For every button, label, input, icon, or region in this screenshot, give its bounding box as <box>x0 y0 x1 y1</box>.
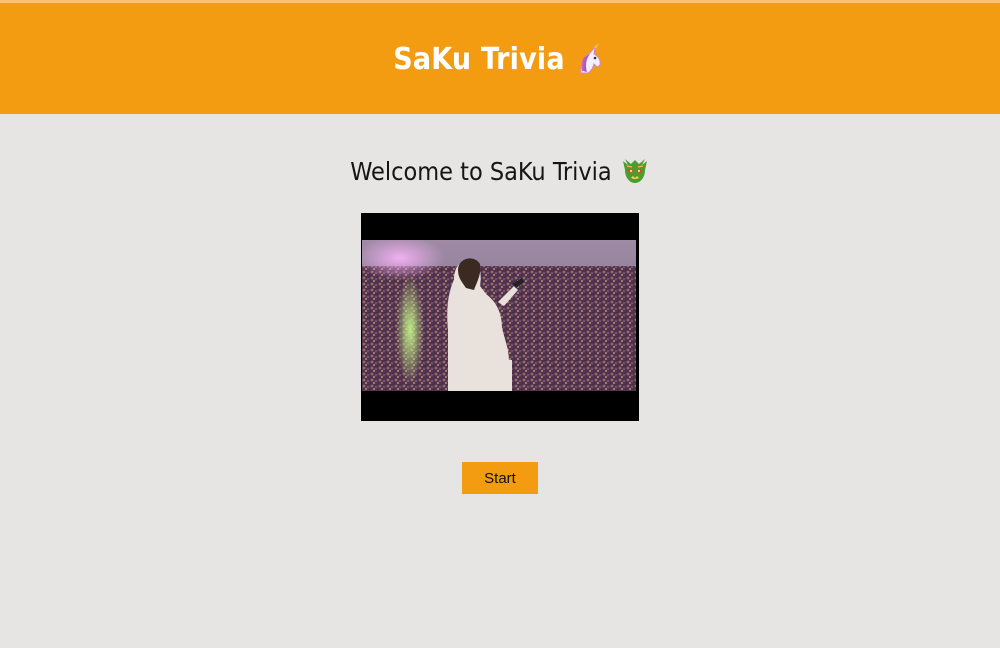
app-header: SaKu Trivia <box>0 3 1000 114</box>
welcome-heading-container: Welcome to SaKu Trivia <box>0 156 1000 186</box>
welcome-heading: Welcome to SaKu Trivia <box>350 156 612 186</box>
start-button[interactable]: Start <box>462 462 538 494</box>
app-title: SaKu Trivia <box>393 42 565 77</box>
app-title-container: SaKu Trivia <box>393 42 607 77</box>
unicorn-icon <box>573 42 607 77</box>
dragon-icon <box>620 156 650 186</box>
video-player[interactable] <box>361 213 639 421</box>
main-content: Welcome to SaKu Trivia Start <box>0 114 1000 648</box>
video-frame <box>362 240 636 391</box>
